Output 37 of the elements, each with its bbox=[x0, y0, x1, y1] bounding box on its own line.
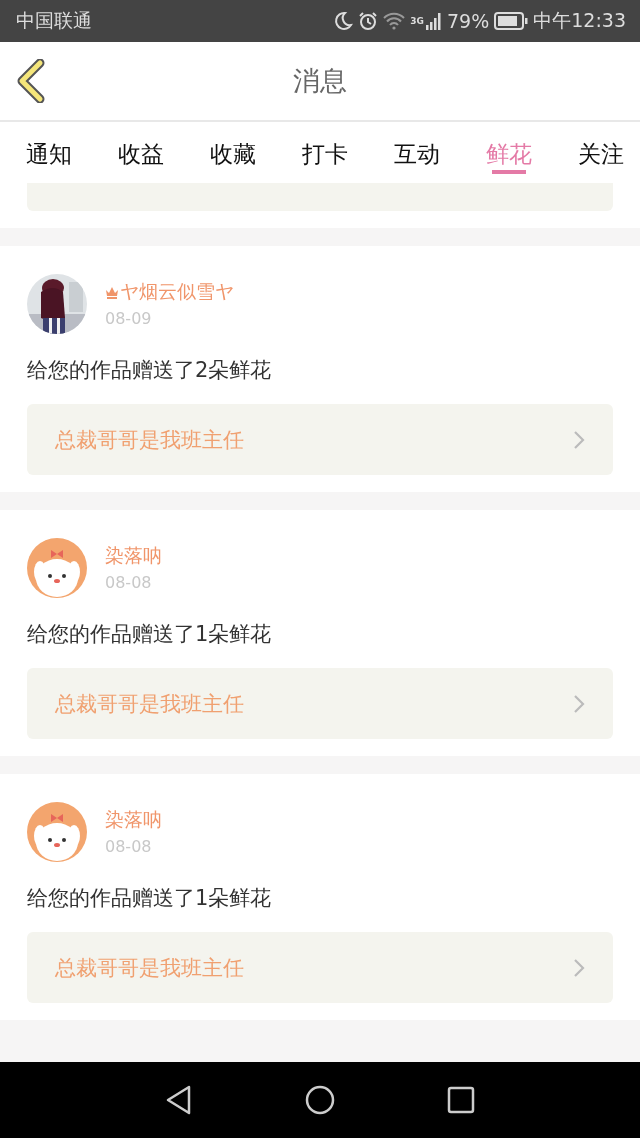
home-nav-icon[interactable] bbox=[305, 1085, 335, 1115]
battery-percent: 79% bbox=[447, 10, 490, 32]
tab[interactable]: 通知 bbox=[24, 122, 74, 180]
tab[interactable]: 收益 bbox=[116, 122, 166, 180]
user-name[interactable]: ヤ烟云似雪ヤ bbox=[120, 279, 234, 305]
tab[interactable]: 互动 bbox=[392, 122, 442, 180]
cartoon-avatar-drawing bbox=[27, 802, 87, 862]
tab[interactable]: 收藏 bbox=[208, 122, 258, 180]
work-link-card[interactable]: 总裁哥哥是我班主任 bbox=[27, 668, 613, 739]
work-title: 总裁哥哥是我班主任 bbox=[55, 954, 244, 982]
message-text: 给您的作品赠送了2朵鲜花 bbox=[27, 357, 273, 384]
wifi-icon bbox=[383, 12, 406, 30]
back-button[interactable] bbox=[16, 59, 46, 103]
cartoon-avatar-drawing bbox=[27, 538, 87, 598]
clock: 中午12:33 bbox=[533, 8, 626, 33]
user-name[interactable]: 染落呐 bbox=[105, 807, 162, 833]
work-title: 总裁哥哥是我班主任 bbox=[55, 426, 244, 454]
back-nav-icon[interactable] bbox=[165, 1085, 193, 1115]
message-text: 给您的作品赠送了1朵鲜花 bbox=[27, 885, 273, 912]
work-title: 总裁哥哥是我班主任 bbox=[55, 690, 244, 718]
network-type: 3G bbox=[410, 16, 424, 26]
chevron-right-icon bbox=[573, 429, 585, 450]
tab[interactable]: 关注 bbox=[576, 122, 626, 180]
user-name[interactable]: 染落呐 bbox=[105, 543, 162, 569]
recents-nav-icon[interactable] bbox=[447, 1086, 475, 1114]
signal-icon bbox=[426, 12, 442, 30]
carrier-name: 中国联通 bbox=[16, 8, 92, 33]
moon-icon bbox=[333, 11, 354, 31]
work-link-card[interactable]: 总裁哥哥是我班主任 bbox=[27, 404, 613, 475]
work-link-card[interactable]: 总裁哥哥是我班主任 bbox=[27, 932, 613, 1003]
page-title: 消息 bbox=[293, 64, 347, 98]
chevron-right-icon bbox=[573, 957, 585, 978]
battery-icon bbox=[494, 12, 529, 30]
chevron-right-icon bbox=[573, 693, 585, 714]
message-text: 给您的作品赠送了1朵鲜花 bbox=[27, 621, 273, 648]
alarm-icon bbox=[358, 11, 379, 31]
tab[interactable]: 打卡 bbox=[300, 122, 350, 180]
